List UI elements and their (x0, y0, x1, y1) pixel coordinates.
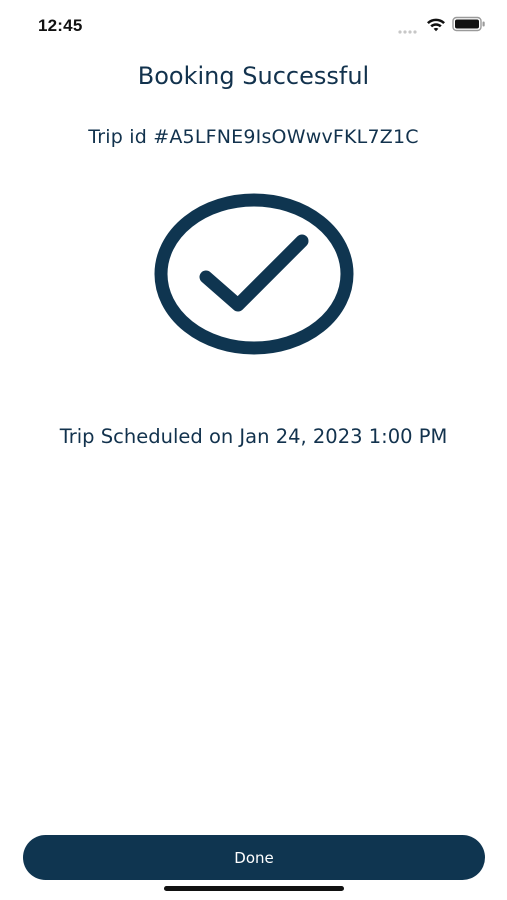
status-time: 12:45 (38, 16, 83, 35)
scheduled-text: Trip Scheduled on Jan 24, 2023 1:00 PM (59, 425, 448, 448)
home-indicator[interactable] (164, 886, 344, 891)
done-button[interactable]: Done (23, 835, 485, 880)
check-circle-icon (154, 193, 354, 355)
wifi-icon (427, 18, 445, 32)
trip-id: Trip id #A5LFNE9IsOWwvFKL7Z1C (88, 126, 419, 148)
battery-icon (452, 16, 485, 32)
signal-icon (398, 30, 417, 34)
status-bar: 12:45 (0, 0, 507, 50)
page-title: Booking Successful (137, 62, 370, 90)
